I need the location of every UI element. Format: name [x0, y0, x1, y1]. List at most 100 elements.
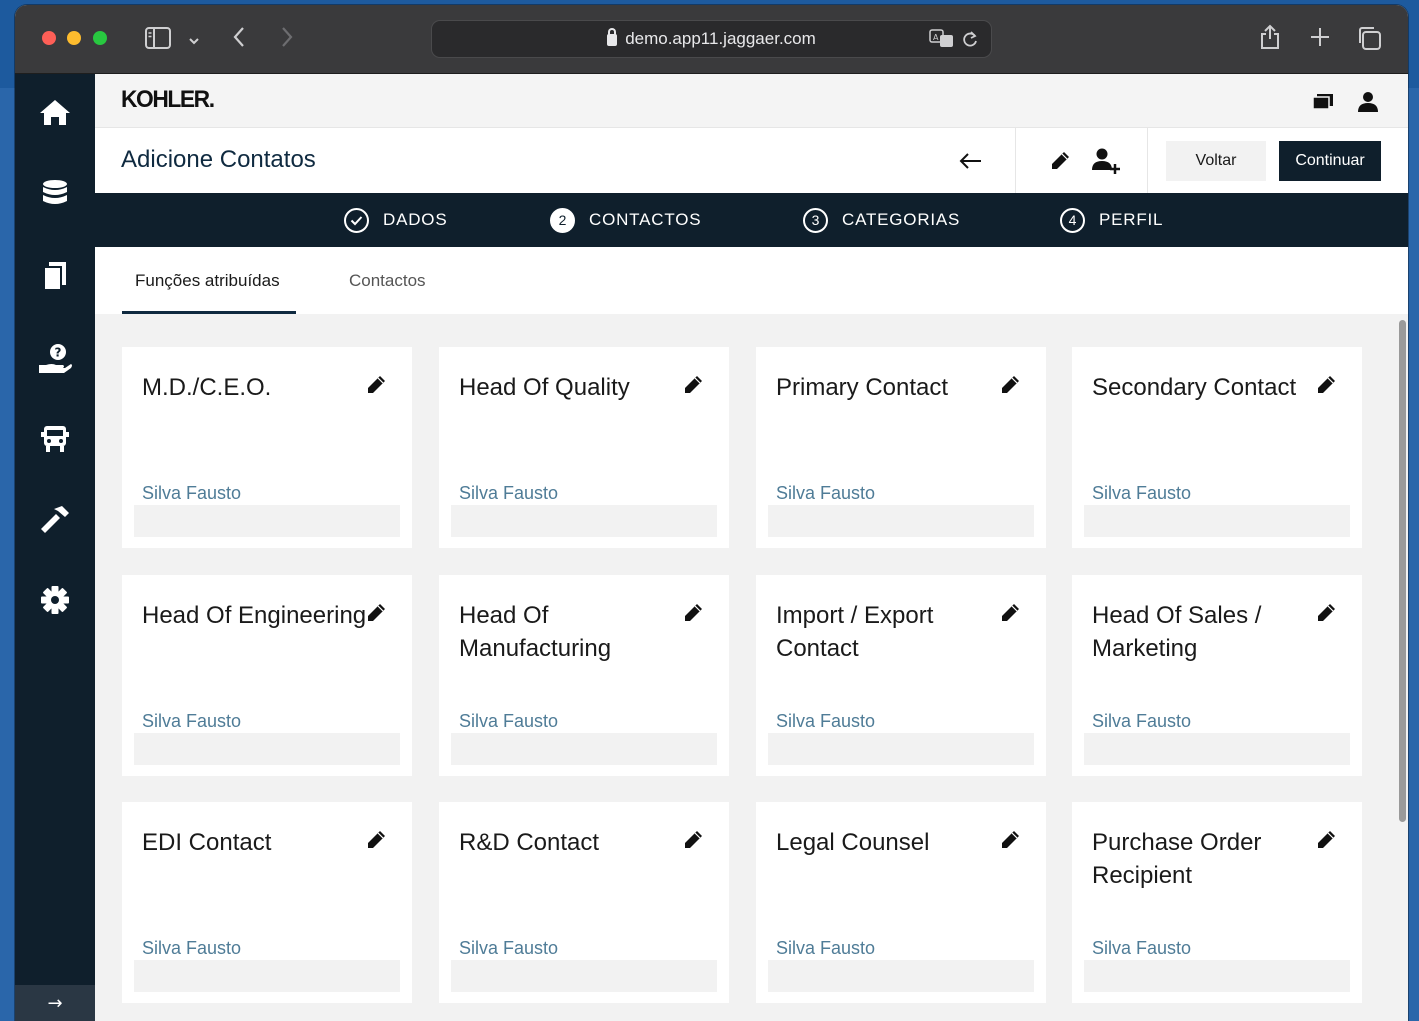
- browser-window: demo.app11.jaggaer.com A ? → KOHLER. Adi…: [15, 5, 1408, 1021]
- contact-field[interactable]: [134, 505, 400, 537]
- role-title: Head Of Sales / Marketing: [1092, 602, 1262, 662]
- role-title: Import / Export Contact: [776, 602, 934, 662]
- pencil-icon[interactable]: [1315, 829, 1337, 851]
- assigned-contact-link[interactable]: Silva Fausto: [1092, 483, 1191, 504]
- add-user-icon[interactable]: [1091, 148, 1121, 181]
- contact-field[interactable]: [1084, 505, 1350, 537]
- pencil-icon[interactable]: [1315, 602, 1337, 624]
- scrollbar[interactable]: [1399, 320, 1406, 822]
- role-title: R&D Contact: [459, 829, 600, 856]
- assigned-contact-link[interactable]: Silva Fausto: [142, 483, 241, 504]
- main-content: KOHLER. Adicione Contatos Voltar Continu…: [95, 74, 1408, 1021]
- translate-icon[interactable]: A: [929, 29, 955, 53]
- forward-icon[interactable]: [280, 26, 294, 51]
- hammer-icon[interactable]: [15, 498, 95, 542]
- assigned-contact-link[interactable]: Silva Fausto: [1092, 711, 1191, 732]
- documents-icon[interactable]: [15, 254, 95, 298]
- role-card: Primary Contact Silva Fausto: [756, 347, 1046, 548]
- tab-overview-icon[interactable]: [1356, 25, 1382, 54]
- role-card: Head Of Quality Silva Fausto: [439, 347, 729, 548]
- expand-sidebar-button[interactable]: →: [15, 985, 95, 1021]
- step-categorias[interactable]: 3 CATEGORIAS: [803, 193, 960, 247]
- wizard-stepper: DADOS 2 CONTACTOS 3 CATEGORIAS 4 PERFIL: [95, 193, 1408, 247]
- step-number: 2: [550, 207, 575, 233]
- pencil-icon[interactable]: [1315, 374, 1337, 396]
- assigned-contact-link[interactable]: Silva Fausto: [459, 938, 558, 959]
- contact-field[interactable]: [451, 733, 717, 765]
- lock-icon: [607, 28, 618, 46]
- messages-icon[interactable]: [1312, 93, 1334, 116]
- arrow-right-icon: →: [47, 992, 63, 1014]
- pencil-icon[interactable]: [999, 602, 1021, 624]
- step-label: DADOS: [383, 210, 448, 229]
- arrow-left-icon[interactable]: [959, 152, 983, 175]
- assigned-contact-link[interactable]: Silva Fausto: [1092, 938, 1191, 959]
- assigned-contact-link[interactable]: Silva Fausto: [459, 483, 558, 504]
- address-bar[interactable]: demo.app11.jaggaer.com A: [431, 20, 992, 58]
- truck-icon[interactable]: [15, 417, 95, 461]
- step-dados[interactable]: DADOS: [344, 193, 447, 247]
- contact-field[interactable]: [451, 505, 717, 537]
- pencil-icon[interactable]: [365, 602, 387, 624]
- new-tab-icon[interactable]: [1309, 26, 1331, 51]
- settings-icon[interactable]: [15, 578, 95, 622]
- assigned-contact-link[interactable]: Silva Fausto: [142, 938, 241, 959]
- role-title: Head Of Manufacturing: [459, 602, 612, 662]
- pencil-icon[interactable]: [365, 374, 387, 396]
- contact-field[interactable]: [134, 733, 400, 765]
- reload-icon[interactable]: [961, 29, 979, 53]
- pencil-icon[interactable]: [682, 829, 704, 851]
- role-card: Legal Counsel Silva Fausto: [756, 802, 1046, 1003]
- role-card-grid: M.D./C.E.O. Silva Fausto Head Of Quality Si…: [95, 314, 1400, 1021]
- app-sidebar: ? →: [15, 74, 95, 1021]
- assigned-contact-link[interactable]: Silva Fausto: [142, 711, 241, 732]
- continuar-button[interactable]: Continuar: [1279, 141, 1381, 181]
- step-perfil[interactable]: 4 PERFIL: [1060, 193, 1163, 247]
- database-icon[interactable]: [15, 171, 95, 215]
- back-icon[interactable]: [232, 26, 246, 51]
- pencil-icon[interactable]: [1049, 150, 1071, 177]
- role-title: Secondary Contact: [1092, 374, 1297, 401]
- maximize-window-button[interactable]: [93, 31, 107, 45]
- minimize-window-button[interactable]: [67, 31, 81, 45]
- role-title: Head Of Engineering: [142, 602, 367, 629]
- pencil-icon[interactable]: [365, 829, 387, 851]
- app-topbar: KOHLER.: [95, 74, 1408, 127]
- pencil-icon[interactable]: [682, 374, 704, 396]
- company-logo: KOHLER.: [121, 86, 215, 113]
- tab-funcoes-atribuidas[interactable]: Funções atribuídas: [135, 247, 280, 314]
- step-label: CATEGORIAS: [842, 210, 961, 229]
- pencil-icon[interactable]: [682, 602, 704, 624]
- chevron-down-icon[interactable]: [188, 30, 200, 50]
- sidebar-toggle-icon[interactable]: [145, 27, 171, 52]
- role-card: Head Of Manufacturing Silva Fausto: [439, 575, 729, 776]
- assigned-contact-link[interactable]: Silva Fausto: [776, 938, 875, 959]
- pencil-icon[interactable]: [999, 829, 1021, 851]
- voltar-button[interactable]: Voltar: [1166, 141, 1266, 181]
- contact-field[interactable]: [768, 960, 1034, 992]
- contact-field[interactable]: [768, 733, 1034, 765]
- role-card: R&D Contact Silva Fausto: [439, 802, 729, 1003]
- assigned-contact-link[interactable]: Silva Fausto: [776, 483, 875, 504]
- page-header: Adicione Contatos Voltar Continuar: [95, 127, 1408, 194]
- page-title: Adicione Contatos: [121, 146, 316, 173]
- user-profile-icon[interactable]: [1357, 91, 1379, 118]
- assigned-contact-link[interactable]: Silva Fausto: [459, 711, 558, 732]
- close-window-button[interactable]: [42, 31, 56, 45]
- contact-field[interactable]: [768, 505, 1034, 537]
- contact-field[interactable]: [134, 960, 400, 992]
- role-card: Head Of Sales / Marketing Silva Fausto: [1072, 575, 1362, 776]
- header-divider: [1015, 128, 1016, 194]
- contact-field[interactable]: [1084, 733, 1350, 765]
- pencil-icon[interactable]: [999, 374, 1021, 396]
- home-icon[interactable]: [15, 90, 95, 134]
- contact-field[interactable]: [1084, 960, 1350, 992]
- share-icon[interactable]: [1259, 24, 1281, 53]
- role-title: EDI Contact: [142, 829, 272, 856]
- assigned-contact-link[interactable]: Silva Fausto: [776, 711, 875, 732]
- supplier-help-icon[interactable]: ?: [15, 337, 95, 381]
- contact-field[interactable]: [451, 960, 717, 992]
- step-label: PERFIL: [1099, 210, 1164, 229]
- step-contactos[interactable]: 2 CONTACTOS: [550, 193, 701, 247]
- tab-contactos[interactable]: Contactos: [349, 247, 426, 314]
